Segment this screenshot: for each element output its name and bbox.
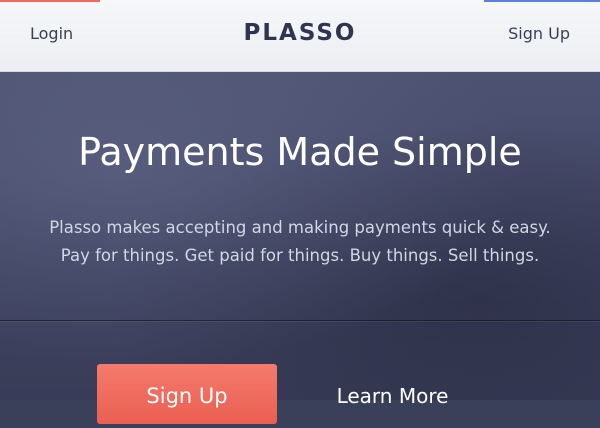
blue-accent-strip	[484, 0, 600, 2]
hero-subtitle-line-1: Plasso makes accepting and making paymen…	[49, 218, 551, 237]
top-nav-bar: Login PLASSO Sign Up	[0, 0, 600, 72]
learn-more-button[interactable]: Learn More	[300, 364, 485, 424]
hero-title: Payments Made Simple	[78, 130, 522, 174]
signup-button[interactable]: Sign Up	[97, 364, 277, 424]
hero-divider	[0, 320, 600, 321]
hero-subtitle-line-2: Pay for things. Get paid for things. Buy…	[60, 246, 540, 265]
red-accent-strip	[0, 0, 100, 2]
hero-section: Payments Made Simple Plasso makes accept…	[0, 72, 600, 424]
login-link[interactable]: Login	[30, 24, 73, 43]
nav-signup-link[interactable]: Sign Up	[508, 24, 570, 43]
